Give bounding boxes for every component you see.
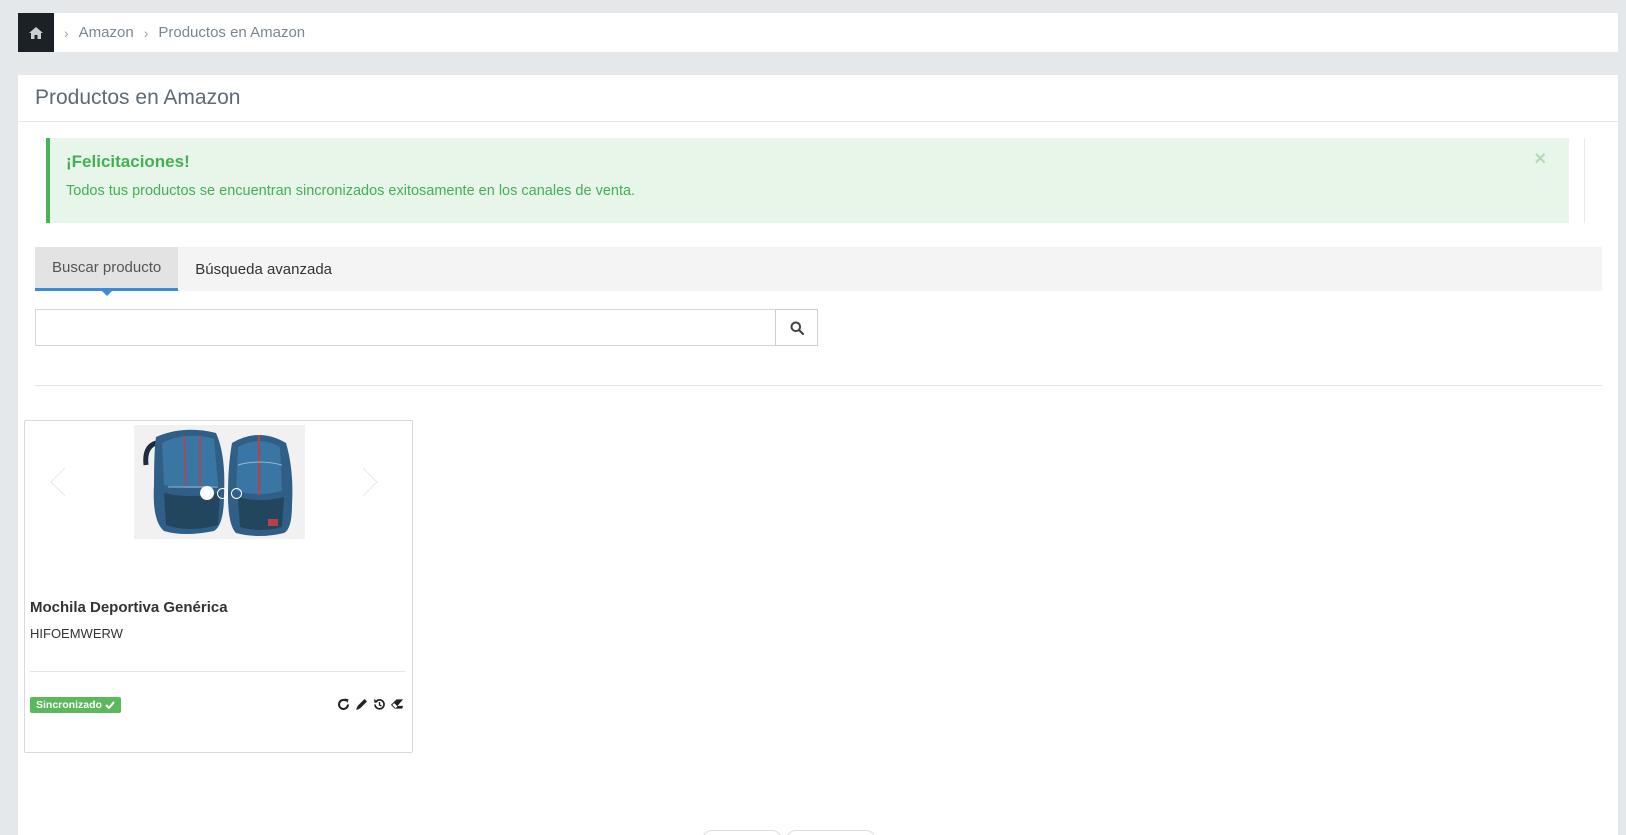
carousel-dot[interactable] [200, 486, 214, 500]
carousel-dot[interactable] [217, 487, 228, 499]
chevron-right-icon: › [64, 24, 69, 41]
search-icon [790, 321, 804, 335]
alert-title: ¡Felicitaciones! [66, 152, 190, 171]
home-button[interactable] [18, 13, 54, 52]
edit-button[interactable] [354, 696, 368, 712]
tab-busqueda-avanzada[interactable]: Búsqueda avanzada [178, 247, 349, 291]
alert-message: Todos tus productos se encuentran sincro… [66, 183, 636, 199]
status-badge: Sincronizado [30, 697, 121, 713]
search-button[interactable] [775, 309, 818, 346]
eraser-icon [390, 699, 404, 709]
pencil-icon [355, 698, 367, 710]
history-button[interactable] [372, 696, 386, 712]
breadcrumb-item-amazon[interactable]: Amazon [79, 24, 134, 41]
search-tabs: Buscar producto Búsqueda avanzada [35, 247, 1602, 296]
product-card: Mochila Deportiva Genérica HIFOEMWERW Si… [24, 420, 413, 753]
carousel-dot[interactable] [231, 487, 242, 499]
success-alert: ¡Felicitaciones! Todos tus productos se … [46, 138, 1569, 223]
tab-buscar-producto[interactable]: Buscar producto [35, 247, 179, 296]
refresh-button[interactable] [336, 696, 350, 712]
product-actions [336, 696, 404, 712]
caret-down-icon [101, 291, 112, 296]
breadcrumb: › Amazon › Productos en Amazon [18, 13, 1618, 52]
divider [30, 671, 405, 672]
tab-label: Buscar producto [52, 259, 162, 276]
history-icon [373, 698, 385, 710]
close-icon[interactable]: × [1534, 148, 1546, 171]
check-icon [105, 701, 115, 709]
search-bar [35, 309, 818, 346]
pagination-button[interactable] [702, 830, 782, 835]
erase-button[interactable] [390, 696, 404, 712]
status-label: Sincronizado [36, 699, 102, 711]
refresh-icon [337, 698, 349, 710]
product-sku: HIFOEMWERW [30, 626, 123, 641]
search-input[interactable] [35, 309, 775, 346]
home-icon [29, 26, 43, 39]
chevron-right-icon[interactable] [347, 463, 387, 503]
tab-label: Búsqueda avanzada [195, 260, 333, 278]
divider [1584, 138, 1585, 223]
product-name: Mochila Deportiva Genérica [30, 599, 228, 616]
carousel-indicators [200, 486, 242, 500]
chevron-right-icon: › [143, 24, 149, 41]
main-panel: Productos en Amazon ¡Felicitaciones! Tod… [18, 75, 1618, 835]
breadcrumb-item-productos[interactable]: Productos en Amazon [158, 24, 305, 41]
backpack-image [134, 425, 305, 539]
chevron-left-icon[interactable] [41, 463, 81, 503]
divider [35, 385, 1602, 386]
page-title: Productos en Amazon [18, 75, 1618, 122]
product-image[interactable] [134, 425, 305, 539]
pagination-button[interactable] [786, 830, 876, 835]
